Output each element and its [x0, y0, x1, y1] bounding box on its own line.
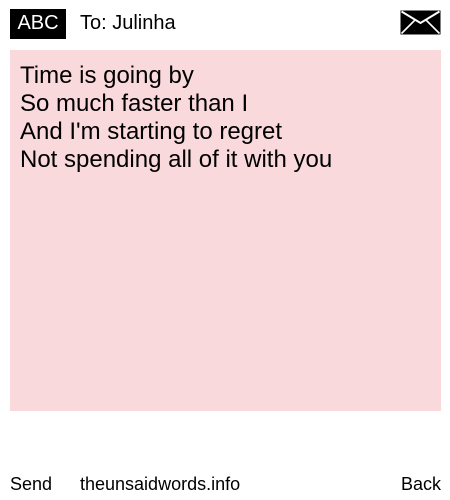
- send-button[interactable]: Send: [10, 473, 52, 495]
- input-mode-badge[interactable]: ABC: [10, 9, 66, 39]
- message-line: So much faster than I: [20, 90, 249, 117]
- message-line: Time is going by: [20, 62, 194, 89]
- phone-message-screen: ABC To: Julinha Time is going by So much…: [0, 0, 450, 500]
- message-line: And I'm starting to regret: [20, 118, 283, 145]
- message-line: Not spending all of it with you: [20, 146, 333, 173]
- message-body[interactable]: Time is going by So much faster than I A…: [10, 50, 441, 411]
- envelope-icon: [400, 10, 441, 35]
- back-button[interactable]: Back: [401, 473, 441, 495]
- site-link[interactable]: theunsaidwords.info: [80, 473, 240, 495]
- message-header: ABC To: Julinha: [0, 0, 450, 46]
- recipient-label: To: Julinha: [80, 12, 176, 34]
